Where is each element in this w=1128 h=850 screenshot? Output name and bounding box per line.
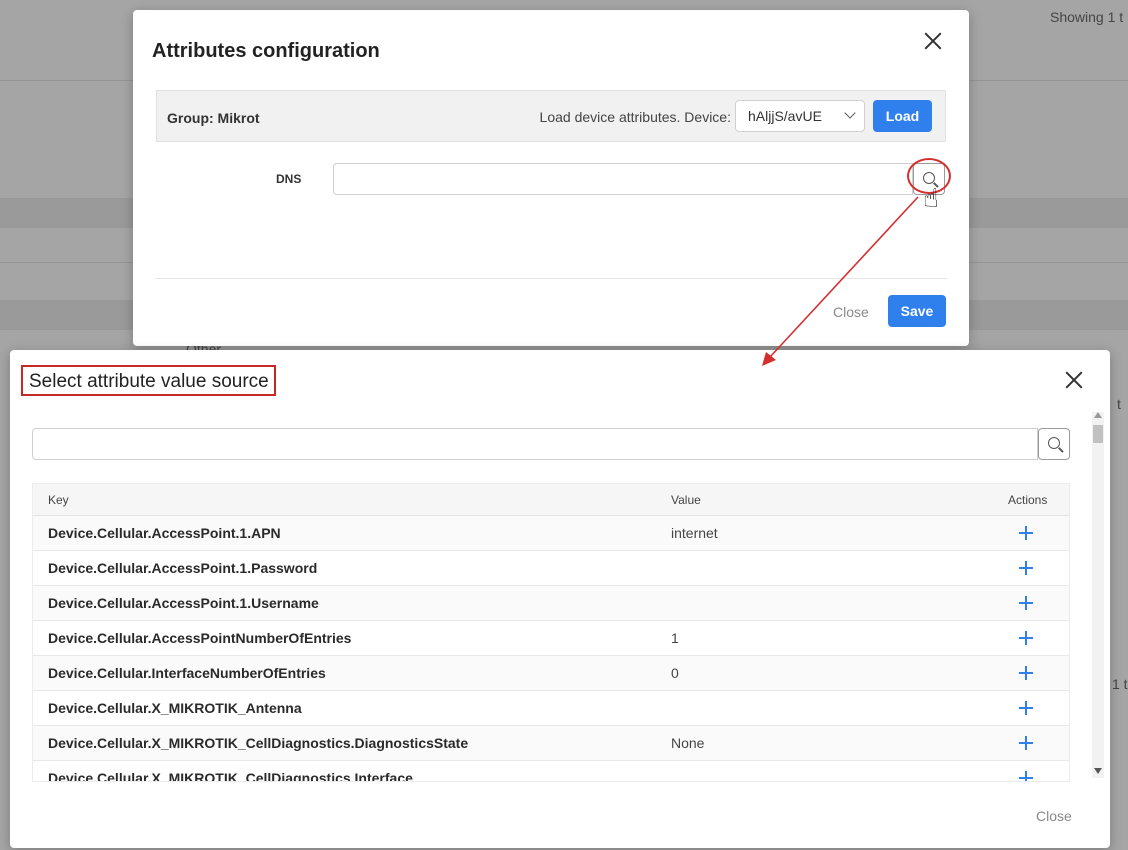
row-key: Device.Cellular.X_MIKROTIK_CellDiagnosti… [48, 735, 469, 751]
table-row: Device.Cellular.AccessPointNumberOfEntri… [33, 621, 1069, 656]
plus-icon[interactable] [1019, 771, 1033, 781]
row-key: Device.Cellular.AccessPoint.1.Username [48, 595, 319, 611]
row-key: Device.Cellular.AccessPointNumberOfEntri… [48, 630, 352, 646]
scroll-down-icon[interactable] [1094, 768, 1102, 774]
table-row: Device.Cellular.AccessPoint.1.Username [33, 586, 1069, 621]
group-bar: Group: Mikrot Load device attributes. De… [156, 90, 946, 142]
close-icon[interactable] [922, 30, 944, 52]
close-icon[interactable] [1063, 369, 1085, 391]
close-button[interactable]: Close [1036, 808, 1072, 824]
row-value: 1 [671, 630, 679, 646]
table-row: Device.Cellular.X_MIKROTIK_CellDiagnosti… [33, 761, 1069, 782]
group-label: Group: Mikrot [167, 110, 260, 126]
plus-icon[interactable] [1019, 526, 1033, 540]
table-row: Device.Cellular.AccessPoint.1.Password [33, 551, 1069, 586]
table-row: Device.Cellular.X_MIKROTIK_Antenna [33, 691, 1069, 726]
plus-icon[interactable] [1019, 736, 1033, 750]
attribute-search-button[interactable] [1038, 428, 1070, 460]
hand-pointer-icon: ☝ [923, 183, 939, 213]
dns-label: DNS [276, 172, 302, 186]
column-header-value: Value [671, 493, 701, 507]
table-row: Device.Cellular.InterfaceNumberOfEntries… [33, 656, 1069, 691]
title-highlight-box: Select attribute value source [21, 365, 276, 396]
dns-input[interactable] [333, 163, 913, 195]
column-header-key: Key [48, 493, 69, 507]
plus-icon[interactable] [1019, 561, 1033, 575]
scroll-up-icon[interactable] [1094, 412, 1102, 418]
device-select[interactable]: hAljjS/avUE [735, 100, 865, 132]
chevron-down-icon [844, 107, 856, 119]
attributes-table: Key Value Actions Device.Cellular.Access… [32, 483, 1070, 782]
attributes-configuration-modal: Attributes configuration Group: Mikrot L… [133, 10, 969, 346]
modal-scrollbar[interactable] [1092, 412, 1104, 778]
row-value: None [671, 735, 705, 751]
table-header: Key Value Actions [33, 484, 1069, 516]
column-header-actions: Actions [1008, 493, 1048, 507]
save-button[interactable]: Save [888, 295, 946, 327]
search-icon [1048, 437, 1060, 449]
row-key: Device.Cellular.InterfaceNumberOfEntries [48, 665, 326, 681]
plus-icon[interactable] [1019, 631, 1033, 645]
row-value: internet [671, 525, 718, 541]
close-button[interactable]: Close [833, 304, 869, 320]
modal-title: Select attribute value source [29, 371, 269, 392]
load-button[interactable]: Load [873, 100, 932, 132]
plus-icon[interactable] [1019, 596, 1033, 610]
row-key: Device.Cellular.X_MIKROTIK_Antenna [48, 700, 302, 716]
row-key: Device.Cellular.AccessPoint.1.Password [48, 560, 318, 576]
modal-title: Attributes configuration [152, 40, 380, 62]
row-value: 0 [671, 665, 679, 681]
select-attribute-value-source-modal: Select attribute value source Key Value … [10, 350, 1110, 848]
row-key: Device.Cellular.AccessPoint.1.APN [48, 525, 281, 541]
table-row: Device.Cellular.AccessPoint.1.APN intern… [33, 516, 1069, 551]
row-key: Device.Cellular.X_MIKROTIK_CellDiagnosti… [48, 770, 413, 782]
attribute-search-input[interactable] [32, 428, 1038, 460]
table-row: Device.Cellular.X_MIKROTIK_CellDiagnosti… [33, 726, 1069, 761]
plus-icon[interactable] [1019, 666, 1033, 680]
plus-icon[interactable] [1019, 701, 1033, 715]
device-select-value: hAljjS/avUE [748, 108, 822, 124]
load-device-text: Load device attributes. Device: [539, 109, 731, 125]
scroll-thumb[interactable] [1093, 425, 1103, 443]
footer-divider [155, 278, 947, 279]
